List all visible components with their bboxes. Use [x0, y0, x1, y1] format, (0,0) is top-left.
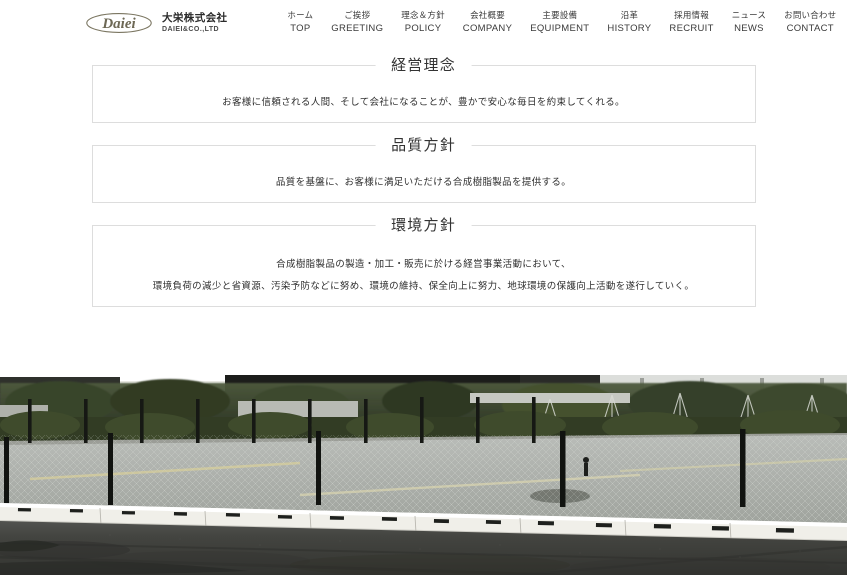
nav-item-top-label-en: TOP — [290, 22, 311, 34]
nav-item-company[interactable]: 会社概要 COMPANY — [454, 10, 521, 35]
factory-parking-lot-photo — [0, 375, 847, 575]
nav-item-greeting-label-jp: ご挨拶 — [344, 10, 371, 21]
company-name-en: DAIEI&CO.,LTD — [162, 25, 220, 33]
site-header: Daiei 大栄株式会社 DAIEI&CO.,LTD ホーム TOP ご挨拶 G… — [0, 0, 847, 46]
nav-item-top-label-jp: ホーム — [287, 10, 314, 21]
nav-item-greeting-label-en: GREETING — [331, 22, 384, 34]
nav-item-company-label-en: COMPANY — [462, 22, 513, 34]
nav-item-greeting[interactable]: ご挨拶 GREETING — [322, 10, 392, 35]
section-line: 環境負荷の減少と省資源、汚染予防などに努め、環境の維持、保全向上に努力、地球環境… — [152, 281, 695, 292]
nav-item-policy[interactable]: 理念＆方針 POLICY — [392, 10, 454, 35]
nav-item-recruit-label-jp: 採用情報 — [674, 10, 709, 21]
nav-item-equipment-label-jp: 主要設備 — [542, 10, 578, 21]
nav-item-history-label-en: HISTORY — [607, 22, 652, 34]
section-line: 品質を基盤に、お客様に満足いただける合成樹脂製品を提供する。 — [275, 177, 572, 188]
nav-item-recruit[interactable]: 採用情報 RECRUIT — [660, 10, 722, 35]
page-root: Daiei 大栄株式会社 DAIEI&CO.,LTD ホーム TOP ご挨拶 G… — [0, 0, 847, 575]
nav-item-contact-label-en: CONTACT — [786, 22, 834, 34]
svg-text:Daiei: Daiei — [101, 16, 136, 32]
nav-item-contact[interactable]: お問い合わせ CONTACT — [775, 10, 845, 35]
main-content: 経営理念 お客様に信頼される人間、そして会社になることが、豊かで安心な毎日を約束… — [0, 46, 847, 307]
nav-item-news-label-en: NEWS — [734, 22, 764, 34]
main-navigation: ホーム TOP ご挨拶 GREETING 理念＆方針 POLICY 会社概要 C… — [278, 10, 845, 35]
nav-item-top[interactable]: ホーム TOP — [278, 10, 322, 35]
brand-text: 大栄株式会社 DAIEI&CO.,LTD — [162, 11, 228, 33]
company-name-jp: 大栄株式会社 — [162, 11, 228, 24]
section-line: お客様に信頼される人間、そして会社になることが、豊かで安心な毎日を約束してくれる… — [222, 97, 625, 108]
section-quality-policy: 品質方針 品質を基盤に、お客様に満足いただける合成樹脂製品を提供する。 — [91, 137, 756, 203]
section-body-environment-policy: 合成樹脂製品の製造・加工・販売に於ける経営事業活動において、 環境負荷の減少と省… — [93, 226, 755, 298]
nav-item-company-label-jp: 会社概要 — [470, 10, 505, 21]
nav-item-news-label-jp: ニュース — [731, 10, 767, 21]
nav-item-news[interactable]: ニュース NEWS — [723, 10, 775, 35]
section-title-management-philosophy: 経営理念 — [375, 57, 472, 75]
section-line: 合成樹脂製品の製造・加工・販売に於ける経営事業活動において、 — [276, 259, 571, 270]
nav-item-policy-label-jp: 理念＆方針 — [401, 10, 445, 21]
nav-item-equipment[interactable]: 主要設備 EQUIPMENT — [521, 10, 598, 35]
nav-item-history[interactable]: 沿革 HISTORY — [598, 10, 660, 35]
nav-item-recruit-label-en: RECRUIT — [669, 22, 714, 34]
section-environment-policy: 環境方針 合成樹脂製品の製造・加工・販売に於ける経営事業活動において、 環境負荷… — [91, 217, 756, 307]
nav-item-equipment-label-en: EQUIPMENT — [530, 22, 590, 34]
nav-item-policy-label-en: POLICY — [404, 22, 442, 34]
daiei-ellipse-logo-icon: Daiei — [85, 11, 153, 35]
section-management-philosophy: 経営理念 お客様に信頼される人間、そして会社になることが、豊かで安心な毎日を約束… — [91, 57, 756, 123]
section-title-quality-policy: 品質方針 — [375, 137, 472, 155]
nav-item-contact-label-jp: お問い合わせ — [784, 10, 837, 21]
section-title-environment-policy: 環境方針 — [375, 217, 472, 235]
brand-logo-link[interactable]: Daiei 大栄株式会社 DAIEI&CO.,LTD — [85, 11, 227, 35]
nav-item-history-label-jp: 沿革 — [620, 10, 639, 21]
